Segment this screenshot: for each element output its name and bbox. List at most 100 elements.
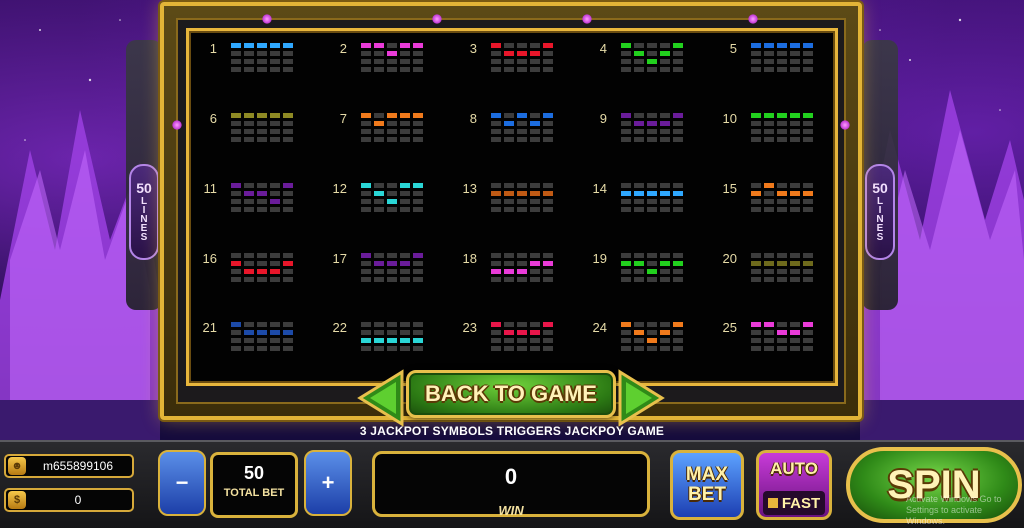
payline-cell (270, 59, 280, 64)
decrease-bet-button[interactable]: − (158, 450, 206, 516)
payline-cell (387, 277, 397, 282)
payline-cell (673, 346, 683, 351)
payline-cell (647, 43, 657, 48)
payline-cell-active (413, 338, 423, 343)
payline-cell (491, 207, 501, 212)
payline-cell (634, 253, 644, 258)
payline-cell (283, 346, 293, 351)
payline-cell-active (244, 330, 254, 335)
payline-cells (231, 113, 295, 147)
payline-cell (751, 199, 761, 204)
payline-cell-active (790, 113, 800, 118)
payline-cell-active (790, 191, 800, 196)
payline-cell (543, 207, 553, 212)
payline-cell-active (283, 43, 293, 48)
payline-cell-active (257, 330, 267, 335)
payline-cell-active (361, 113, 371, 118)
left-lines-badge: 50 LINES (129, 164, 159, 260)
payline-cell (803, 207, 813, 212)
payline-cell-active (504, 51, 514, 56)
payline-cell-active (504, 121, 514, 126)
payline-cells (491, 183, 555, 217)
payline-number: 14 (592, 181, 607, 196)
payline-cell (504, 346, 514, 351)
payline-cell-active (361, 253, 371, 258)
payline-cell (634, 129, 644, 134)
payline-cell (413, 191, 423, 196)
payline-cell (361, 346, 371, 351)
payline-cell (361, 121, 371, 126)
payline-cell (621, 277, 631, 282)
fast-toggle[interactable]: FAST (763, 491, 825, 515)
payline-cell (504, 199, 514, 204)
payline-cell (764, 330, 774, 335)
payline-cell (803, 121, 813, 126)
payline-cell-active (387, 338, 397, 343)
payline-cell (790, 67, 800, 72)
payline-pattern: 8 (449, 111, 559, 151)
payline-cell-active (621, 113, 631, 118)
payline-cell (777, 346, 787, 351)
payline-cell-active (621, 261, 631, 266)
payline-cell (374, 113, 384, 118)
payline-cell (413, 346, 423, 351)
payline-cell (491, 261, 501, 266)
payline-pattern: 9 (579, 111, 689, 151)
payline-cell (673, 269, 683, 274)
payline-cell-active (803, 113, 813, 118)
payline-cell (413, 59, 423, 64)
payline-number: 12 (332, 181, 347, 196)
right-arrow-icon[interactable] (618, 368, 666, 428)
back-to-game-button[interactable]: BACK TO GAME (406, 370, 616, 418)
payline-cell-active (777, 330, 787, 335)
payline-cell (400, 59, 410, 64)
frame-gem (172, 120, 182, 130)
payline-cell-active (387, 113, 397, 118)
fast-checkbox-icon[interactable] (767, 498, 778, 508)
payline-cell-active (673, 113, 683, 118)
payline-cell (270, 67, 280, 72)
user-icon: ☻ (8, 457, 26, 475)
payline-cell (270, 261, 280, 266)
payline-cell (673, 51, 683, 56)
payline-cell (530, 207, 540, 212)
payline-cell (231, 129, 241, 134)
payline-cell (634, 338, 644, 343)
payline-cell-active (283, 113, 293, 118)
payline-cell (413, 207, 423, 212)
payline-cell (257, 67, 267, 72)
payline-cell-active (751, 191, 761, 196)
payline-cell (504, 277, 514, 282)
auto-button[interactable]: AUTO (759, 459, 829, 479)
payline-cell-active (270, 199, 280, 204)
payline-number: 2 (339, 41, 347, 56)
payline-cell-active (803, 191, 813, 196)
payline-cell (764, 338, 774, 343)
left-arrow-icon[interactable] (356, 368, 404, 428)
win-value: 0 (504, 464, 518, 489)
payline-cell (413, 51, 423, 56)
payline-cell (530, 113, 540, 118)
payline-cell-active (543, 113, 553, 118)
payline-cell-active (543, 191, 553, 196)
payline-cell (244, 183, 254, 188)
payline-number: 11 (203, 181, 218, 196)
max-bet-button[interactable]: MAX BET (670, 450, 744, 520)
payline-cell (647, 137, 657, 142)
payline-cell (543, 269, 553, 274)
payline-cell (517, 67, 527, 72)
payline-cell (400, 129, 410, 134)
payline-cells (621, 43, 685, 77)
payline-cell (803, 183, 813, 188)
payline-cell (491, 137, 501, 142)
payline-pattern: 22 (319, 320, 429, 360)
payline-cell (387, 253, 397, 258)
payline-cell (530, 338, 540, 343)
increase-bet-button[interactable]: + (304, 450, 352, 516)
payline-number: 6 (209, 111, 217, 126)
payline-cell (413, 322, 423, 327)
payline-cell (400, 51, 410, 56)
payline-cell-active (790, 330, 800, 335)
payline-cell (764, 253, 774, 258)
payline-cell (231, 67, 241, 72)
